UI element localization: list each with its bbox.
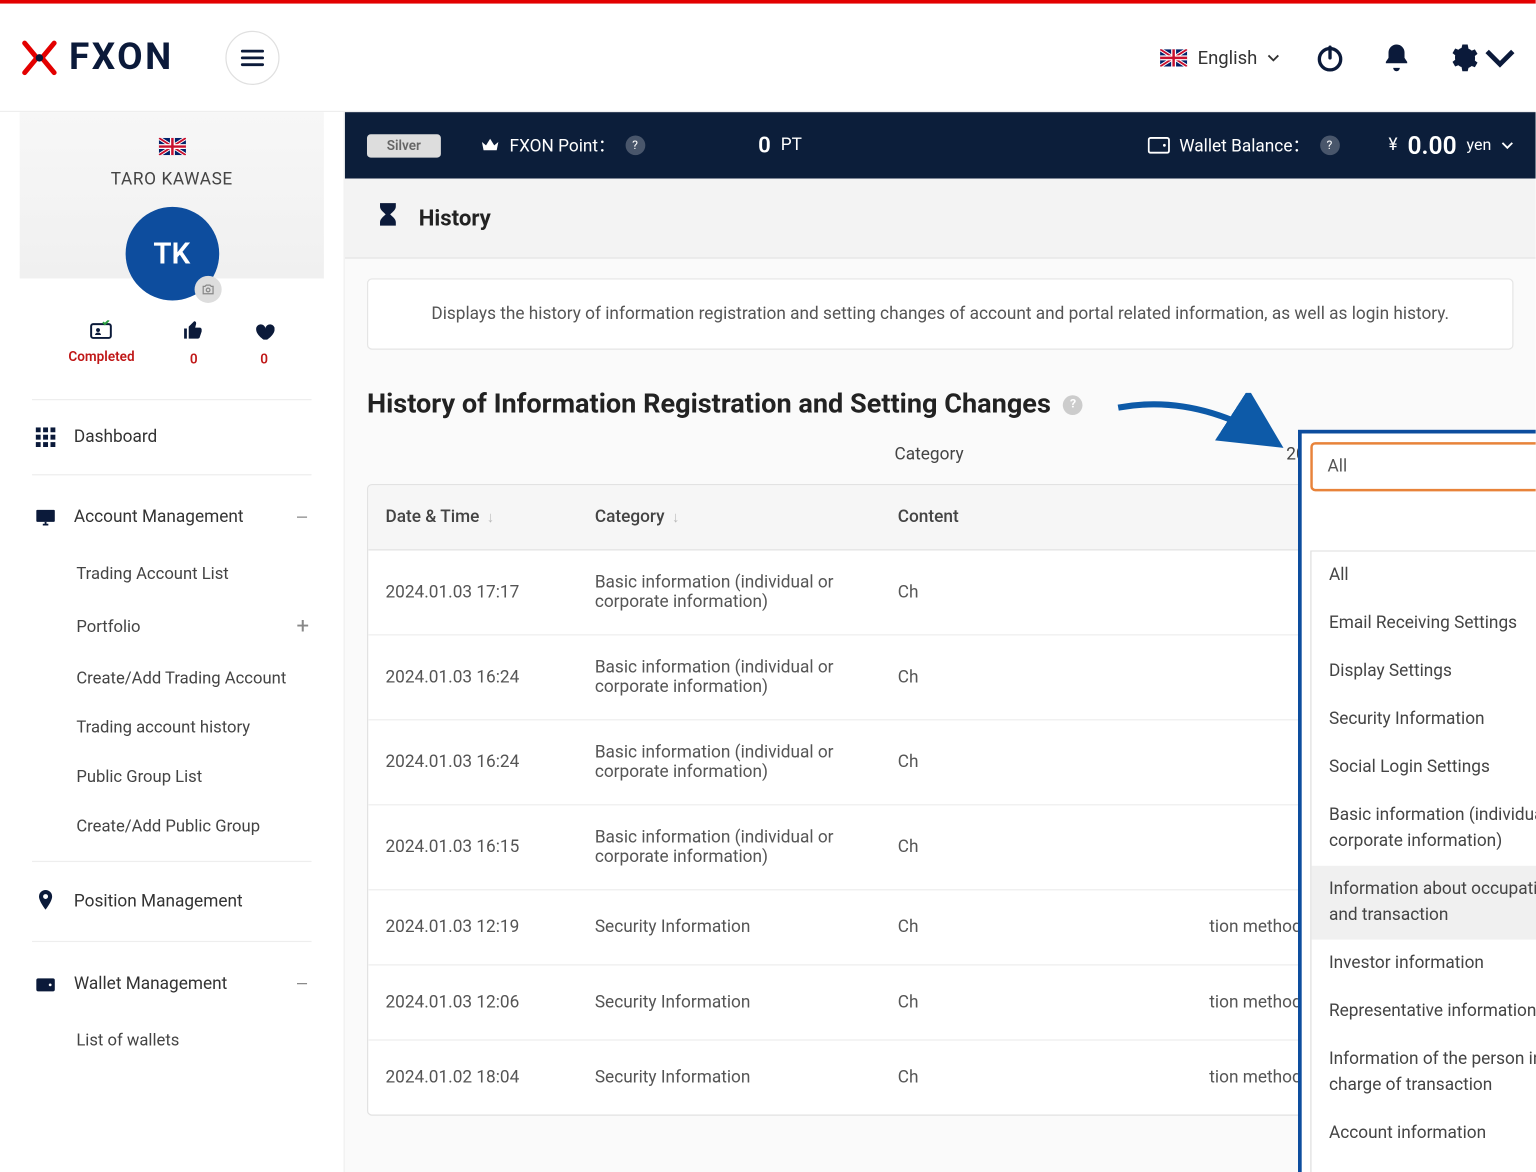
camera-icon[interactable]	[194, 276, 221, 303]
sort-icon: ↓	[487, 509, 494, 526]
category-option[interactable]: Display Settings	[1312, 648, 1536, 696]
cell-date: 2024.01.03 16:24	[368, 645, 577, 709]
stat-completed[interactable]: Completed	[68, 320, 134, 367]
heart-icon	[253, 320, 275, 348]
page-title: History	[419, 205, 491, 231]
nav-create-trading-account[interactable]: Create/Add Trading Account	[15, 654, 329, 703]
page-description: Displays the history of information regi…	[367, 278, 1514, 349]
expand-icon: +	[297, 613, 310, 639]
cell-category: Basic information (individual or corpora…	[578, 635, 881, 719]
category-option[interactable]: Investor information	[1312, 940, 1536, 988]
cell-date: 2024.01.03 16:24	[368, 730, 577, 794]
hourglass-icon	[374, 201, 401, 235]
nav-wallet-management[interactable]: Wallet Management −	[15, 952, 329, 1016]
cell-category: Security Information	[578, 1046, 881, 1110]
category-option[interactable]: Email Receiving Settings	[1312, 600, 1536, 648]
cell-category: Security Information	[578, 895, 881, 959]
thumb-up-icon	[183, 320, 205, 348]
category-dropdown-highlight: All AllEmail Receiving SettingsDisplay S…	[1298, 430, 1536, 1172]
category-select[interactable]: All	[1310, 442, 1535, 491]
collapse-icon: −	[295, 502, 309, 532]
status-bar: Silver FXON Point： ? 0 PT Wallet Balance…	[345, 112, 1536, 179]
pin-icon	[34, 889, 56, 914]
cell-category: Basic information (individual or corpora…	[578, 805, 881, 889]
category-option[interactable]: Account Management	[1312, 1158, 1536, 1172]
tier-badge: Silver	[367, 134, 441, 157]
stat-likes[interactable]: 0	[183, 320, 205, 367]
category-option[interactable]: Information about occupation and transac…	[1312, 866, 1536, 940]
id-card-icon	[68, 320, 134, 346]
category-dropdown-list: AllEmail Receiving SettingsDisplay Setti…	[1310, 550, 1535, 1172]
fxon-point: FXON Point： ?	[480, 133, 645, 158]
chevron-down-icon	[1501, 139, 1513, 151]
chevron-down-icon	[1484, 41, 1516, 73]
wallet-balance: Wallet Balance： ?	[1147, 133, 1339, 158]
cell-category: Security Information	[578, 970, 881, 1034]
nav-public-group-list[interactable]: Public Group List	[15, 752, 329, 801]
cell-date: 2024.01.02 18:04	[368, 1046, 577, 1110]
cell-category: Basic information (individual or corpora…	[578, 550, 881, 634]
wallet-icon	[34, 974, 56, 994]
col-category[interactable]: Category↓	[578, 485, 881, 549]
stat-favorites[interactable]: 0	[253, 320, 275, 367]
uk-flag-icon	[1161, 49, 1188, 66]
collapse-icon: −	[295, 969, 309, 999]
help-icon[interactable]: ?	[1320, 135, 1340, 155]
main-content: Silver FXON Point： ? 0 PT Wallet Balance…	[345, 112, 1536, 1172]
menu-toggle-button[interactable]	[225, 30, 279, 84]
category-option[interactable]: Information of the person in charge of t…	[1312, 1036, 1536, 1110]
cell-date: 2024.01.03 17:17	[368, 560, 577, 624]
nav-account-management[interactable]: Account Management −	[15, 485, 329, 549]
cell-category: Basic information (individual or corpora…	[578, 720, 881, 804]
category-option[interactable]: All	[1312, 552, 1536, 600]
col-date[interactable]: Date & Time↓	[368, 485, 577, 549]
category-option[interactable]: Basic information (individual or corpora…	[1312, 792, 1536, 866]
crown-icon	[480, 135, 500, 155]
section-title: History of Information Registration and …	[367, 389, 1514, 420]
category-option[interactable]: Representative information	[1312, 988, 1536, 1036]
profile-card: TARO KAWASE TK Completed 0 0	[20, 112, 324, 389]
category-option[interactable]: Security Information	[1312, 696, 1536, 744]
page-title-bar: History	[345, 179, 1536, 259]
wallet-icon	[1147, 137, 1169, 154]
sidebar: TARO KAWASE TK Completed 0 0	[0, 112, 345, 1172]
cell-date: 2024.01.03 16:15	[368, 815, 577, 879]
grid-icon	[34, 427, 56, 447]
nav-position-management[interactable]: Position Management	[15, 872, 329, 931]
brand-logo[interactable]: FXON	[20, 36, 174, 79]
cell-date: 2024.01.03 12:06	[368, 970, 577, 1034]
language-label: English	[1198, 46, 1258, 68]
balance-amount[interactable]: ¥ 0.00 yen	[1389, 131, 1514, 161]
category-option[interactable]: Account information	[1312, 1110, 1536, 1158]
help-icon[interactable]: ?	[625, 135, 645, 155]
nav-create-public-group[interactable]: Create/Add Public Group	[15, 802, 329, 851]
power-button[interactable]	[1314, 41, 1346, 73]
avatar-initials: TK	[153, 236, 190, 270]
nav-trading-account-list[interactable]: Trading Account List	[15, 549, 329, 598]
nav-portfolio[interactable]: Portfolio+	[15, 599, 329, 654]
monitor-icon	[34, 507, 56, 527]
profile-name: TARO KAWASE	[20, 170, 324, 190]
nav-dashboard[interactable]: Dashboard	[15, 410, 329, 464]
language-selector[interactable]: English	[1161, 46, 1280, 68]
chevron-down-icon	[1267, 51, 1279, 63]
cell-date: 2024.01.03 12:19	[368, 895, 577, 959]
notifications-button[interactable]	[1381, 41, 1413, 73]
avatar[interactable]: TK	[125, 207, 219, 301]
nav-list-wallets[interactable]: List of wallets	[15, 1016, 329, 1065]
sort-icon: ↓	[672, 509, 679, 526]
category-label: Category	[895, 445, 964, 465]
category-option[interactable]: Social Login Settings	[1312, 744, 1536, 792]
profile-flag	[20, 137, 324, 160]
help-icon[interactable]: ?	[1063, 395, 1083, 415]
settings-button[interactable]	[1447, 41, 1516, 73]
nav-trading-account-history[interactable]: Trading account history	[15, 703, 329, 752]
filter-row: Category 2024.01.01 - 2024.01.09 All All…	[367, 442, 1514, 467]
topbar: FXON English	[0, 4, 1536, 112]
